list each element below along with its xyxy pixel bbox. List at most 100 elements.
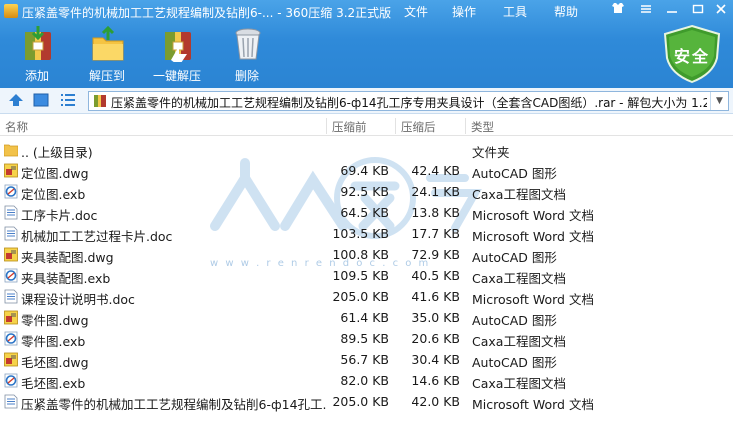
file-name: 夹具装配图.exb	[21, 271, 111, 286]
list-view-icon[interactable]	[60, 93, 76, 107]
file-packed-size: 42.4 KB	[411, 163, 460, 178]
file-type: Caxa工程图文档	[472, 334, 566, 349]
file-row[interactable]: 课程设计说明书.doc 205.0 KB 41.6 KB Microsoft Word…	[0, 286, 733, 307]
file-size: 205.0 KB	[332, 394, 389, 409]
file-name: .. (上级目录)	[21, 145, 93, 160]
add-button[interactable]: 添加	[7, 26, 67, 84]
file-type: Microsoft Word 文档	[472, 229, 594, 244]
maximize-icon[interactable]	[688, 2, 708, 20]
exb-file-icon	[4, 373, 18, 388]
up-arrow-icon[interactable]	[8, 93, 24, 107]
app-icon	[4, 4, 18, 18]
file-size: 92.5 KB	[340, 184, 389, 199]
file-row[interactable]: 定位图.dwg 69.4 KB 42.4 KB AutoCAD 图形	[0, 160, 733, 181]
column-divider[interactable]	[395, 118, 396, 134]
file-name: 毛坯图.dwg	[21, 355, 89, 370]
file-row[interactable]: 夹具装配图.exb 109.5 KB 40.5 KB Caxa工程图文档	[0, 265, 733, 286]
chevron-down-icon[interactable]: ▼	[710, 92, 728, 110]
file-row[interactable]: 毛坯图.dwg 56.7 KB 30.4 KB AutoCAD 图形	[0, 349, 733, 370]
file-type: Caxa工程图文档	[472, 271, 566, 286]
file-row[interactable]: 毛坯图.exb 82.0 KB 14.6 KB Caxa工程图文档	[0, 370, 733, 391]
file-name: 课程设计说明书.doc	[21, 292, 135, 307]
extract-folder-icon	[92, 26, 124, 61]
file-type: 文件夹	[472, 145, 510, 160]
file-name: 机械加工工艺过程卡片.doc	[21, 229, 173, 244]
file-size: 64.5 KB	[340, 205, 389, 220]
security-shield[interactable]: 安全	[661, 24, 723, 84]
column-type[interactable]: 类型	[471, 119, 494, 135]
file-name: 工序卡片.doc	[21, 208, 98, 223]
menu-operation[interactable]: 操作	[452, 3, 476, 20]
file-packed-size: 17.7 KB	[411, 226, 460, 241]
extract-to-button[interactable]: 解压到	[77, 26, 137, 84]
file-packed-size: 40.5 KB	[411, 268, 460, 283]
file-row[interactable]: 夹具装配图.dwg 100.8 KB 72.9 KB AutoCAD 图形	[0, 244, 733, 265]
add-archive-icon	[25, 26, 51, 60]
column-divider[interactable]	[326, 118, 327, 134]
file-packed-size: 20.6 KB	[411, 331, 460, 346]
file-row[interactable]: 压紧盖零件的机械加工工艺规程编制及钻削6-ф14孔工... 205.0 KB 42.…	[0, 391, 733, 412]
doc-file-icon	[4, 394, 18, 409]
dwg-file-icon	[4, 352, 18, 367]
column-name[interactable]: 名称	[5, 119, 28, 135]
window-title: 压紧盖零件的机械加工工艺规程编制及钻削6-... - 360压缩 3.2正式版	[22, 6, 392, 20]
column-divider[interactable]	[465, 118, 466, 134]
file-packed-size: 14.6 KB	[411, 373, 460, 388]
column-packed[interactable]: 压缩后	[401, 119, 436, 135]
file-packed-size: 72.9 KB	[411, 247, 460, 262]
doc-file-icon	[4, 226, 18, 241]
thumbnail-view-icon[interactable]	[33, 93, 49, 107]
file-packed-size: 30.4 KB	[411, 352, 460, 367]
menu-tools[interactable]: 工具	[503, 3, 527, 20]
menu-icon[interactable]	[636, 2, 656, 20]
extract-to-label: 解压到	[88, 69, 125, 83]
file-size: 103.5 KB	[332, 226, 389, 241]
file-packed-size: 24.1 KB	[411, 184, 460, 199]
file-row[interactable]: 机械加工工艺过程卡片.doc 103.5 KB 17.7 KB Microsoft W…	[0, 223, 733, 244]
one-click-extract-label: 一键解压	[152, 69, 201, 83]
file-type: Microsoft Word 文档	[472, 292, 594, 307]
delete-label: 删除	[234, 69, 259, 83]
address-path: 压紧盖零件的机械加工工艺规程编制及钻削6-ф14孔工序专用夹具设计（全套含CAD…	[111, 96, 707, 110]
address-field[interactable]: 压紧盖零件的机械加工工艺规程编制及钻削6-ф14孔工序专用夹具设计（全套含CAD…	[88, 91, 729, 111]
file-row[interactable]: 零件图.dwg 61.4 KB 35.0 KB AutoCAD 图形	[0, 307, 733, 328]
folder-icon	[3, 142, 19, 157]
dwg-file-icon	[4, 310, 18, 325]
file-type: AutoCAD 图形	[472, 250, 557, 265]
menu-help[interactable]: 帮助	[554, 3, 578, 20]
file-row[interactable]: 零件图.exb 89.5 KB 20.6 KB Caxa工程图文档	[0, 328, 733, 349]
address-bar: 压紧盖零件的机械加工工艺规程编制及钻削6-ф14孔工序专用夹具设计（全套含CAD…	[0, 88, 733, 114]
file-size: 205.0 KB	[332, 289, 389, 304]
column-header: 名称 压缩前 压缩后 类型	[0, 116, 733, 136]
dwg-file-icon	[4, 163, 18, 178]
skin-icon[interactable]	[608, 2, 628, 20]
menu-file[interactable]: 文件	[404, 3, 428, 20]
file-row[interactable]: 定位图.exb 92.5 KB 24.1 KB Caxa工程图文档	[0, 181, 733, 202]
close-icon[interactable]	[711, 2, 731, 20]
file-type: AutoCAD 图形	[472, 313, 557, 328]
minimize-icon[interactable]	[662, 2, 682, 20]
column-size[interactable]: 压缩前	[332, 119, 367, 135]
file-size: 69.4 KB	[340, 163, 389, 178]
file-packed-size: 42.0 KB	[411, 394, 460, 409]
file-packed-size: 41.6 KB	[411, 289, 460, 304]
exb-file-icon	[4, 268, 18, 283]
one-click-extract-button[interactable]: 一键解压	[147, 26, 207, 84]
safety-badge-label: 安全	[673, 47, 710, 66]
exb-file-icon	[4, 331, 18, 346]
file-row[interactable]: 工序卡片.doc 64.5 KB 13.8 KB Microsoft Word 文档	[0, 202, 733, 223]
doc-file-icon	[4, 289, 18, 304]
one-click-extract-icon	[165, 32, 191, 62]
file-name: 零件图.dwg	[21, 313, 89, 328]
file-size: 89.5 KB	[340, 331, 389, 346]
file-size: 109.5 KB	[332, 268, 389, 283]
toolbar-area: 压紧盖零件的机械加工工艺规程编制及钻削6-... - 360压缩 3.2正式版 …	[0, 0, 733, 88]
file-size: 61.4 KB	[340, 310, 389, 325]
file-name: 压紧盖零件的机械加工工艺规程编制及钻削6-ф14孔工...	[21, 397, 326, 412]
file-packed-size: 35.0 KB	[411, 310, 460, 325]
file-type: Microsoft Word 文档	[472, 208, 594, 223]
trash-icon	[235, 28, 261, 60]
file-row[interactable]: .. (上级目录) 文件夹	[0, 139, 733, 160]
delete-button[interactable]: 删除	[217, 26, 277, 84]
exb-file-icon	[4, 184, 18, 199]
